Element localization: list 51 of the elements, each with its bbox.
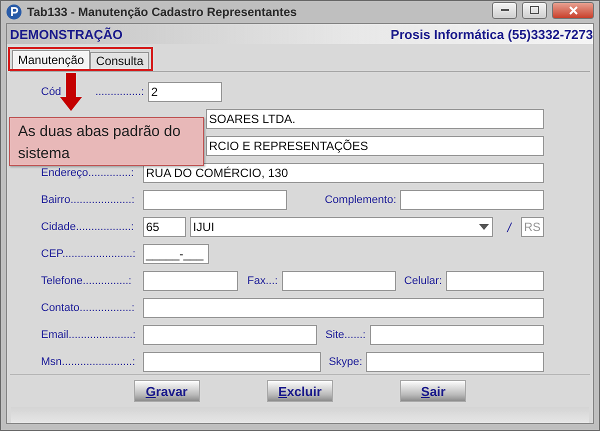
close-icon xyxy=(568,6,578,14)
company-title: DEMONSTRAÇÃO xyxy=(10,26,123,42)
close-button[interactable] xyxy=(552,2,594,18)
input-field[interactable] xyxy=(446,271,544,291)
app-logo-icon xyxy=(6,4,22,20)
tab[interactable]: Consulta xyxy=(90,52,150,69)
field-label: Celular: xyxy=(404,275,442,287)
field-label: Site......: xyxy=(325,329,366,341)
input-field[interactable] xyxy=(143,271,238,291)
field-label: ...............: xyxy=(95,86,144,98)
tab[interactable]: Manutenção xyxy=(12,50,90,69)
input-field[interactable] xyxy=(143,325,318,345)
input-field[interactable] xyxy=(366,352,544,372)
field-label: Telefone...............: xyxy=(41,275,132,287)
input-field[interactable]: 2 xyxy=(148,82,222,102)
down-arrow-icon xyxy=(60,73,82,111)
separator-text: / xyxy=(506,220,513,234)
field-label: Msn.......................: xyxy=(41,356,136,368)
city-dropdown[interactable]: IJUI xyxy=(190,217,494,237)
field-label: Skype: xyxy=(328,356,362,368)
dropdown-caret-icon[interactable] xyxy=(479,224,490,230)
input-field[interactable] xyxy=(370,325,544,345)
field-label: Contato.................: xyxy=(41,302,136,314)
input-field[interactable]: _____-___ xyxy=(143,244,209,264)
minimize-icon xyxy=(500,9,508,11)
window-title: Tab133 - Manutenção Cadastro Representantes xyxy=(27,5,298,19)
input-field[interactable]: RCIO E REPRESENTAÇÕES xyxy=(206,136,544,156)
field-label: Email.....................: xyxy=(41,329,137,341)
maximize-icon xyxy=(530,6,539,14)
field-label: Endereço..............: xyxy=(41,167,135,179)
field-label: Bairro....................: xyxy=(41,194,136,206)
input-field[interactable] xyxy=(143,352,321,372)
field-label: Cód xyxy=(41,86,62,98)
maximize-button[interactable] xyxy=(522,2,547,18)
input-field[interactable]: RUA DO COMÉRCIO, 130 xyxy=(143,163,544,183)
field-label: CEP.......................: xyxy=(41,248,137,260)
input-field[interactable] xyxy=(143,298,544,318)
action-button[interactable]: Excluir xyxy=(266,380,333,402)
input-field[interactable] xyxy=(400,190,544,210)
minimize-button[interactable] xyxy=(492,2,517,18)
action-button[interactable]: Sair xyxy=(400,380,466,402)
input-field[interactable]: 65 xyxy=(143,217,186,237)
field-label: Fax...: xyxy=(247,275,278,287)
field-label: Complemento: xyxy=(324,194,396,206)
input-field[interactable] xyxy=(282,271,396,291)
callout-note: As duas abas padrão do sistema xyxy=(9,117,204,166)
action-button[interactable]: Gravar xyxy=(134,380,200,402)
company-contact: Prosis Informática (55)3332-7273 xyxy=(390,26,593,42)
field-label: Cidade..................: xyxy=(41,221,135,233)
input-field[interactable] xyxy=(143,190,287,210)
input-field[interactable]: SOARES LTDA. xyxy=(206,109,544,129)
